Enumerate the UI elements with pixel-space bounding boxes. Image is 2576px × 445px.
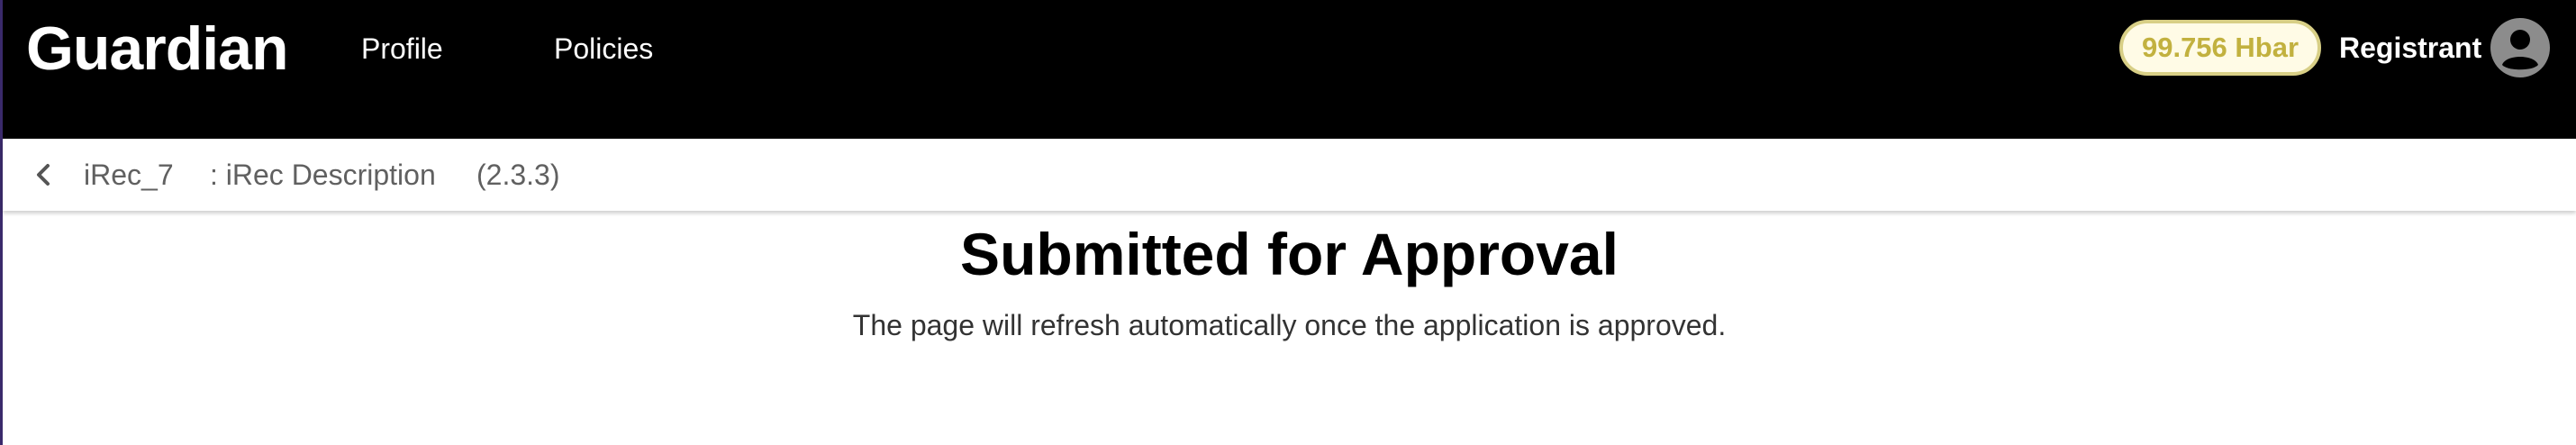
account-circle-icon[interactable] bbox=[2490, 18, 2550, 77]
hbar-balance-badge: 99.756 Hbar bbox=[2119, 20, 2321, 76]
nav-policies-link[interactable]: Policies bbox=[554, 31, 653, 67]
policy-breadcrumb-bar: iRec_7 : iRec Description (2.3.3) bbox=[3, 139, 2576, 211]
approval-message: The page will refresh automatically once… bbox=[852, 309, 1727, 341]
page: Guardian Profile Policies 99.756 Hbar Re… bbox=[0, 0, 2576, 445]
policy-description: : iRec Description bbox=[210, 159, 436, 191]
policy-name: iRec_7 bbox=[84, 159, 174, 191]
nav-profile-link[interactable]: Profile bbox=[361, 31, 443, 67]
chevron-left-icon[interactable] bbox=[28, 159, 60, 191]
policy-version: (2.3.3) bbox=[476, 159, 560, 191]
user-role-label: Registrant bbox=[2339, 32, 2482, 64]
app-brand-logo[interactable]: Guardian bbox=[26, 13, 288, 85]
top-navigation-bar: Guardian Profile Policies 99.756 Hbar Re… bbox=[3, 0, 2576, 139]
page-title: Submitted for Approval bbox=[960, 221, 1619, 287]
